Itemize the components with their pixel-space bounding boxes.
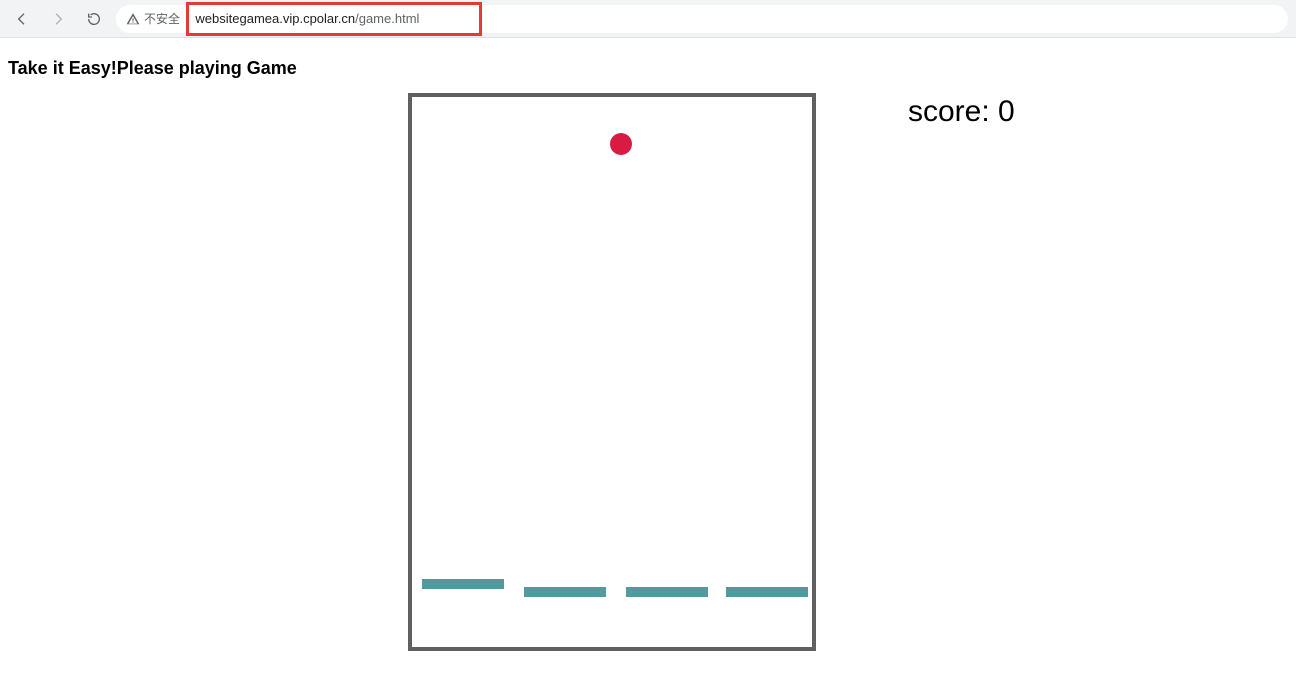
arrow-left-icon: [14, 11, 30, 27]
url-path: /game.html: [355, 11, 419, 26]
page-body: Take it Easy!Please playing Game score: …: [0, 38, 1296, 696]
arrow-right-icon: [50, 11, 66, 27]
address-bar[interactable]: 不安全 | websitegamea.vip.cpolar.cn/game.ht…: [116, 5, 1288, 33]
browser-toolbar: 不安全 | websitegamea.vip.cpolar.cn/game.ht…: [0, 0, 1296, 38]
score-label: score:: [908, 95, 998, 128]
security-indicator: 不安全: [126, 10, 180, 27]
game-canvas[interactable]: [408, 93, 816, 651]
back-button[interactable]: [8, 5, 36, 33]
reload-button[interactable]: [80, 5, 108, 33]
game-platform: [726, 587, 808, 597]
score-value: 0: [998, 95, 1015, 128]
page-title: Take it Easy!Please playing Game: [8, 58, 1288, 79]
warning-icon: [126, 12, 140, 26]
score-display: score: 0: [908, 95, 1015, 129]
reload-icon: [86, 11, 102, 27]
game-platform: [524, 587, 606, 597]
game-platform: [626, 587, 708, 597]
url-display: websitegamea.vip.cpolar.cn/game.html: [195, 11, 419, 26]
security-label: 不安全: [144, 10, 180, 27]
game-platform: [422, 579, 504, 589]
game-ball: [610, 133, 632, 155]
forward-button[interactable]: [44, 5, 72, 33]
url-host: websitegamea.vip.cpolar.cn: [195, 11, 355, 26]
